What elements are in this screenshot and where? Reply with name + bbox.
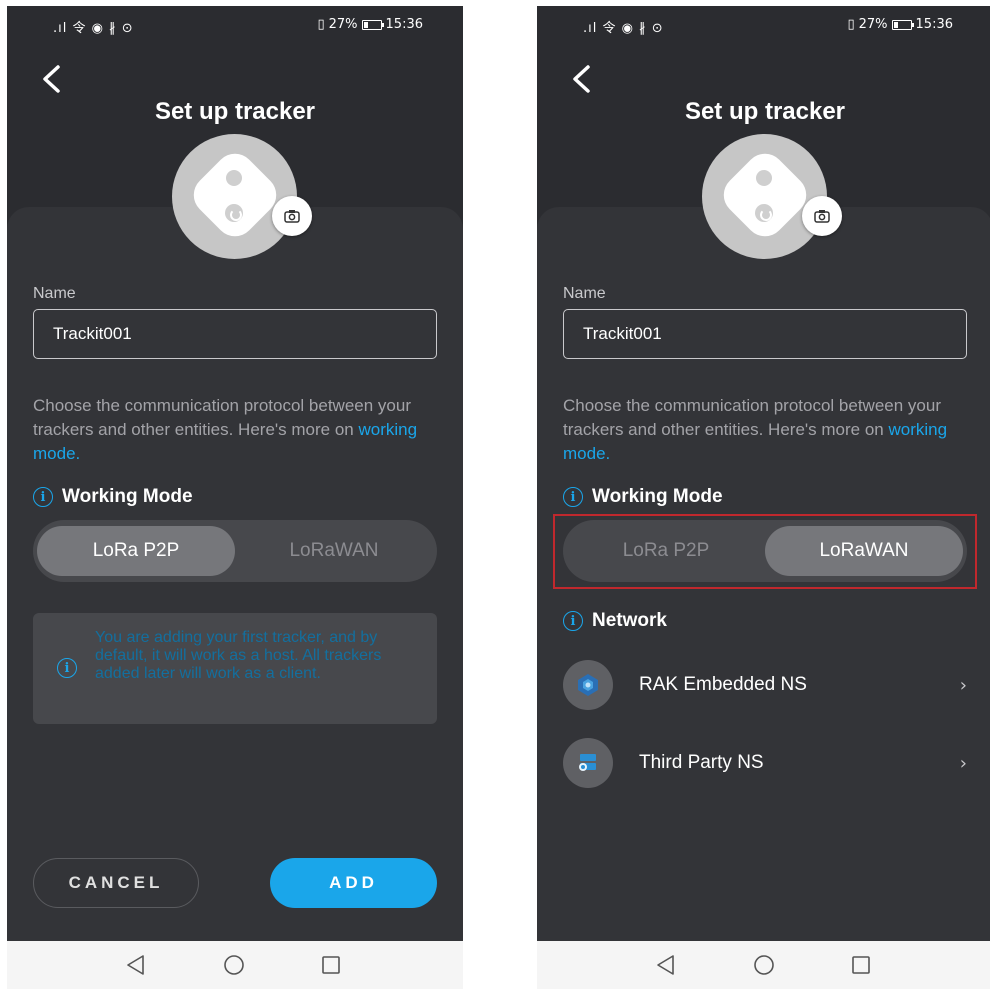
nav-recents-icon[interactable] (850, 954, 872, 976)
tracker-device-icon (715, 145, 815, 245)
back-arrow-icon[interactable] (39, 64, 65, 94)
protocol-description: Choose the communication protocol betwee… (563, 394, 967, 466)
rak-logo-icon (563, 660, 613, 710)
mode-lorawan[interactable]: LoRaWAN (235, 526, 433, 576)
status-bar: .ıl 令 ◉ ∦ ⊙ ▯ 27% 15:36 (7, 6, 463, 44)
nav-home-icon[interactable] (753, 954, 775, 976)
add-button[interactable]: ADD (270, 858, 437, 908)
android-nav-bar (7, 941, 463, 989)
nav-recents-icon[interactable] (320, 954, 342, 976)
gps-icon (226, 170, 242, 186)
mode-lora-p2p[interactable]: LoRa P2P (37, 526, 235, 576)
chevron-right-icon: › (959, 752, 967, 774)
battery-icon (891, 19, 914, 30)
name-label: Name (33, 285, 76, 302)
info-icon[interactable]: i (563, 487, 583, 507)
phone-screen-lora-p2p: .ıl 令 ◉ ∦ ⊙ ▯ 27% 15:36 Set up tracker N… (7, 6, 463, 989)
name-input[interactable]: Trackit001 (563, 309, 967, 359)
status-icons: .ıl 令 ◉ ∦ ⊙ (583, 21, 664, 36)
working-mode-header: i Working Mode (563, 486, 723, 508)
network-item-rak[interactable]: RAK Embedded NS › (537, 655, 990, 715)
working-mode-label: Working Mode (62, 486, 193, 507)
name-label: Name (563, 285, 606, 302)
battery-percent: 27% (328, 17, 358, 32)
vibrate-icon: ▯ (317, 17, 325, 32)
network-header: i Network (563, 610, 667, 632)
clock: 15:36 (915, 17, 953, 32)
cancel-button[interactable]: CANCEL (33, 858, 199, 908)
page-title: Set up tracker (154, 98, 316, 125)
tracker-device-icon (185, 145, 285, 245)
android-nav-bar (537, 941, 990, 989)
working-mode-toggle: LoRa P2P LoRaWAN (33, 520, 437, 582)
network-label: Network (592, 610, 667, 631)
power-icon (755, 204, 773, 222)
vibrate-icon: ▯ (847, 17, 855, 32)
network-item-third-party[interactable]: Third Party NS › (537, 733, 990, 793)
status-right: ▯ 27% 15:36 (847, 17, 953, 32)
working-mode-toggle: LoRa P2P LoRaWAN (563, 520, 967, 582)
camera-button[interactable] (272, 196, 312, 236)
name-input[interactable]: Trackit001 (33, 309, 437, 359)
working-mode-label: Working Mode (592, 486, 723, 507)
protocol-description: Choose the communication protocol betwee… (33, 394, 437, 466)
working-mode-header: i Working Mode (33, 486, 193, 508)
host-notice: i You are adding your first tracker, and… (33, 613, 437, 724)
info-icon: i (57, 658, 77, 678)
nav-back-icon[interactable] (125, 954, 147, 976)
notice-text: You are adding your first tracker, and b… (95, 629, 382, 682)
info-icon[interactable]: i (33, 487, 53, 507)
chevron-right-icon: › (959, 674, 967, 696)
camera-button[interactable] (802, 196, 842, 236)
mode-lora-p2p[interactable]: LoRa P2P (567, 526, 765, 576)
page-title: Set up tracker (684, 98, 846, 125)
server-icon (563, 738, 613, 788)
tracker-avatar (172, 134, 297, 259)
status-icons: .ıl 令 ◉ ∦ ⊙ (53, 21, 134, 36)
status-right: ▯ 27% 15:36 (317, 17, 423, 32)
back-arrow-icon[interactable] (569, 64, 595, 94)
description-text: Choose the communication protocol betwee… (563, 396, 941, 439)
nav-home-icon[interactable] (223, 954, 245, 976)
gps-icon (756, 170, 772, 186)
clock: 15:36 (385, 17, 423, 32)
battery-percent: 27% (858, 17, 888, 32)
info-icon[interactable]: i (563, 611, 583, 631)
status-bar: .ıl 令 ◉ ∦ ⊙ ▯ 27% 15:36 (537, 6, 990, 44)
camera-icon (814, 210, 830, 223)
battery-icon (361, 19, 384, 30)
power-icon (225, 204, 243, 222)
network-label-third-party: Third Party NS (639, 752, 764, 773)
mode-lorawan[interactable]: LoRaWAN (765, 526, 963, 576)
nav-back-icon[interactable] (655, 954, 677, 976)
network-label-rak: RAK Embedded NS (639, 674, 807, 695)
description-text: Choose the communication protocol betwee… (33, 396, 411, 439)
tracker-avatar (702, 134, 827, 259)
phone-screen-lorawan: .ıl 令 ◉ ∦ ⊙ ▯ 27% 15:36 Set up tracker N… (537, 6, 990, 989)
camera-icon (284, 210, 300, 223)
